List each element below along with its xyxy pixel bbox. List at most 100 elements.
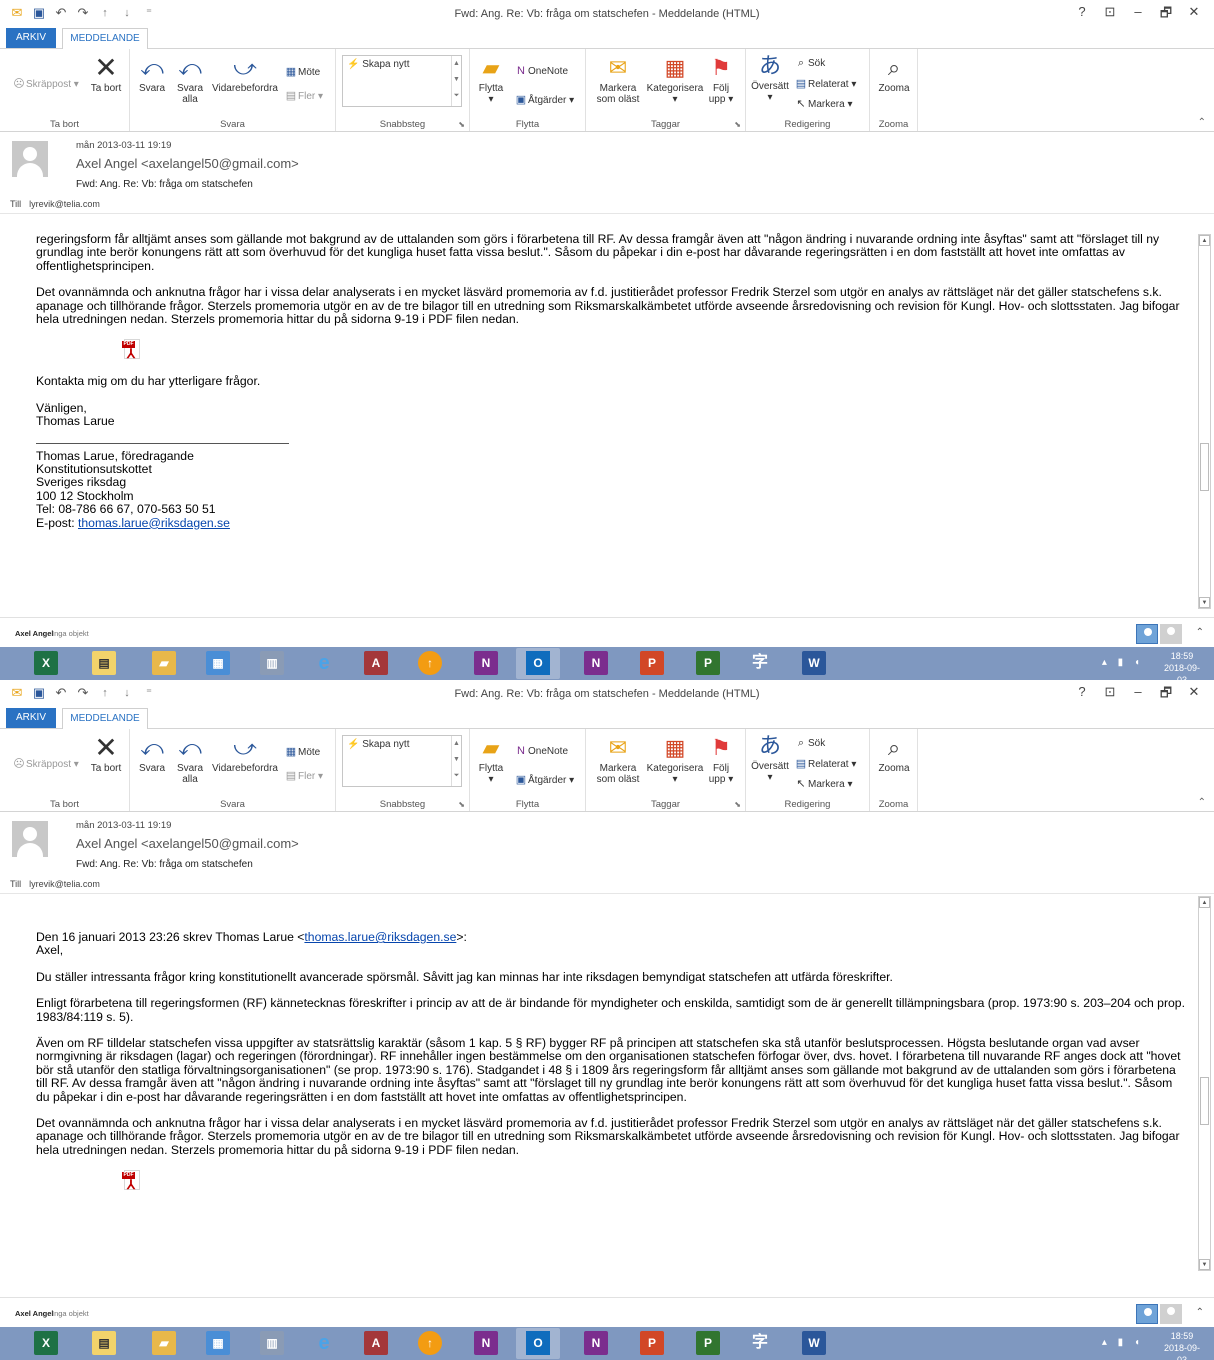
message-body[interactable]: Den 16 januari 2013 23:26 skrev Thomas L… (0, 893, 1214, 1293)
scroll-down-arrow[interactable]: ▼ (1199, 597, 1210, 608)
tray-icons[interactable]: ▴ ▮ ◖ (1102, 657, 1144, 668)
scroll-up-arrow[interactable]: ▲ (1199, 235, 1210, 246)
mark-unread-button[interactable]: ✉ Markera som oläst (590, 55, 646, 105)
actions-button[interactable]: ▣ Åtgärder ▾ (514, 773, 574, 786)
outlook-icon[interactable]: O (516, 1328, 560, 1359)
dialog-launcher-icon[interactable]: ⬊ (458, 120, 465, 129)
translate-button[interactable]: あ Översätt ▾ (748, 53, 792, 103)
ie-icon[interactable]: e (312, 1331, 336, 1355)
delete-button[interactable]: ✕ Ta bort (88, 54, 124, 95)
categorize-button[interactable]: ▦ Kategorisera ▾ (644, 735, 706, 785)
zoom-button[interactable]: ⌕ Zooma (874, 735, 914, 774)
tab-arkiv[interactable]: ARKIV (6, 28, 56, 48)
help-button[interactable]: ? (1068, 4, 1096, 26)
to-recipient[interactable]: lyrevik@telia.com (29, 199, 100, 209)
project-icon[interactable]: P (696, 651, 720, 675)
files-icon[interactable]: ▥ (260, 651, 284, 675)
vertical-scrollbar[interactable]: ▲ ▼ (1198, 896, 1211, 1271)
quick-step-create-new[interactable]: ⚡ Skapa nytt (347, 739, 410, 750)
move-button[interactable]: ▰ Flytta ▾ (476, 735, 506, 785)
person-pane-icon[interactable] (1160, 1304, 1182, 1324)
collapse-ribbon-icon[interactable]: ⌃ (1198, 117, 1206, 128)
ribbon-options-button[interactable]: ⊡ (1096, 4, 1124, 26)
project-icon[interactable]: P (696, 1331, 720, 1355)
onenote-clip-icon[interactable]: N (584, 1331, 608, 1355)
tab-meddelande[interactable]: MEDDELANDE (62, 28, 148, 49)
tray-icons[interactable]: ▴ ▮ ◖ (1102, 1337, 1144, 1348)
scroll-down-arrow[interactable]: ▼ (1199, 1259, 1210, 1270)
ie-icon[interactable]: e (312, 651, 336, 675)
help-button[interactable]: ? (1068, 684, 1096, 706)
junk-button[interactable]: ☹Skräppost ▾ (12, 77, 79, 90)
ribbon-options-button[interactable]: ⊡ (1096, 684, 1124, 706)
quick-steps-gallery[interactable]: ⚡ Skapa nytt ▲ ▼ ⏷ (342, 55, 462, 107)
forward-button[interactable]: ⤻ Vidarebefordra (210, 55, 280, 94)
tab-arkiv[interactable]: ARKIV (6, 708, 56, 728)
quick-step-create-new[interactable]: ⚡ Skapa nytt (347, 59, 410, 70)
related-button[interactable]: ▤ Relaterat ▾ (794, 77, 857, 90)
follow-up-button[interactable]: ⚑ Följ upp ▾ (706, 55, 736, 105)
signature-email-link[interactable]: thomas.larue@riksdagen.se (78, 516, 230, 530)
files-icon[interactable]: ▥ (260, 1331, 284, 1355)
onenote-icon[interactable]: N (474, 1331, 498, 1355)
notepad-icon[interactable]: ▤ (92, 651, 116, 675)
close-button[interactable]: ✕ (1180, 684, 1208, 706)
minimize-button[interactable]: – (1124, 4, 1152, 26)
chevron-up-icon[interactable]: ⌃ (1196, 627, 1204, 638)
scroll-up-arrow[interactable]: ▲ (1199, 897, 1210, 908)
onenote-button[interactable]: N OneNote (514, 745, 568, 757)
person-pane-icon[interactable] (1160, 624, 1182, 644)
translate-icon[interactable]: 字 (748, 1331, 772, 1355)
junk-button[interactable]: ☹Skräppost ▾ (12, 757, 79, 770)
reply-all-button[interactable]: ⤺ Svara alla (172, 55, 208, 105)
onenote-button[interactable]: N OneNote (514, 65, 568, 77)
quick-steps-scroll[interactable]: ▲ ▼ ⏷ (451, 56, 461, 106)
word-icon[interactable]: W (802, 651, 826, 675)
pdf-attachment-icon[interactable]: PDF ⅄ (122, 1170, 142, 1194)
notepad-icon[interactable]: ▤ (92, 1331, 116, 1355)
to-recipient[interactable]: lyrevik@telia.com (29, 879, 100, 889)
scroll-thumb[interactable] (1200, 443, 1209, 491)
more-button[interactable]: ▤ Fler ▾ (284, 89, 323, 102)
minimize-button[interactable]: – (1124, 684, 1152, 706)
control-panel-icon[interactable]: ▦ (206, 651, 230, 675)
reply-button[interactable]: ⤺ Svara (136, 55, 168, 94)
pdf-attachment-icon[interactable]: PDF ⅄ (122, 339, 142, 363)
zoom-button[interactable]: ⌕ Zooma (874, 55, 914, 94)
onenote-clip-icon[interactable]: N (584, 651, 608, 675)
scroll-thumb[interactable] (1200, 1077, 1209, 1125)
tab-meddelande[interactable]: MEDDELANDE (62, 708, 148, 729)
clock[interactable]: 18:59 2018-09-03 (1160, 650, 1204, 680)
dialog-launcher-icon[interactable]: ⬊ (734, 120, 741, 129)
message-from[interactable]: Axel Angel <axelangel50@gmail.com> (76, 156, 299, 171)
update-icon[interactable]: ↑ (418, 1331, 442, 1355)
meeting-button[interactable]: ▦ Möte (284, 65, 320, 78)
powerpoint-icon[interactable]: P (640, 1331, 664, 1355)
find-button[interactable]: ⌕ Sök (794, 737, 825, 750)
person-pane-icon[interactable] (1136, 624, 1158, 644)
related-button[interactable]: ▤ Relaterat ▾ (794, 757, 857, 770)
translate-icon[interactable]: 字 (748, 651, 772, 675)
forward-button[interactable]: ⤻ Vidarebefordra (210, 735, 280, 774)
excel-icon[interactable]: X (34, 651, 58, 675)
select-button[interactable]: ↖ Markera ▾ (794, 777, 852, 790)
translate-button[interactable]: あ Översätt ▾ (748, 733, 792, 783)
control-panel-icon[interactable]: ▦ (206, 1331, 230, 1355)
clock[interactable]: 18:59 2018-09-03 (1160, 1330, 1204, 1360)
find-button[interactable]: ⌕ Sök (794, 57, 825, 70)
collapse-ribbon-icon[interactable]: ⌃ (1198, 797, 1206, 808)
categorize-button[interactable]: ▦ Kategorisera ▾ (644, 55, 706, 105)
access-icon[interactable]: A (364, 651, 388, 675)
outlook-icon[interactable]: O (516, 648, 560, 679)
quick-steps-scroll[interactable]: ▲ ▼ ⏷ (451, 736, 461, 786)
reply-all-button[interactable]: ⤺ Svara alla (172, 735, 208, 785)
delete-button[interactable]: ✕ Ta bort (88, 734, 124, 775)
move-button[interactable]: ▰ Flytta ▾ (476, 55, 506, 105)
restore-button[interactable]: 🗗 (1152, 4, 1180, 26)
excel-icon[interactable]: X (34, 1331, 58, 1355)
message-body[interactable]: regeringsform får alltjämt anses som gäl… (0, 213, 1214, 613)
onenote-icon[interactable]: N (474, 651, 498, 675)
meeting-button[interactable]: ▦ Möte (284, 745, 320, 758)
close-button[interactable]: ✕ (1180, 4, 1208, 26)
reply-button[interactable]: ⤺ Svara (136, 735, 168, 774)
